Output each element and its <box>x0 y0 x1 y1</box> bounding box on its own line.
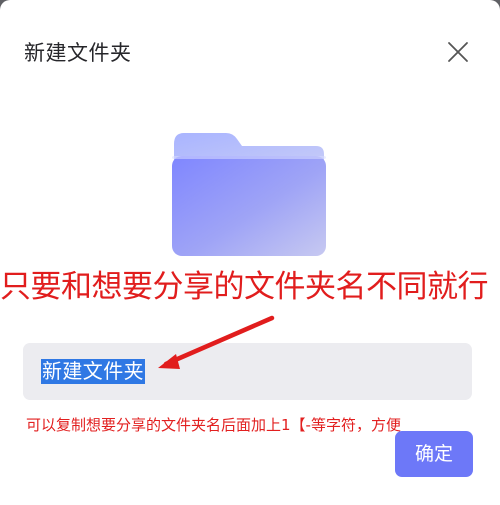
folder-name-selected-text: 新建文件夹 <box>41 359 145 384</box>
close-icon[interactable] <box>446 40 470 64</box>
folder-name-input[interactable]: 新建文件夹 <box>23 343 472 400</box>
annotation-headline: 只要和想要分享的文件夹名不同就行 <box>0 269 489 305</box>
folder-icon <box>172 133 326 256</box>
dialog-title: 新建文件夹 <box>24 41 132 65</box>
new-folder-dialog: 新建文件夹 只要和想要分享的文件夹名不同就行 新建文件夹 可以复制想要分享的文件… <box>0 0 500 505</box>
confirm-button[interactable]: 确定 <box>395 431 473 477</box>
